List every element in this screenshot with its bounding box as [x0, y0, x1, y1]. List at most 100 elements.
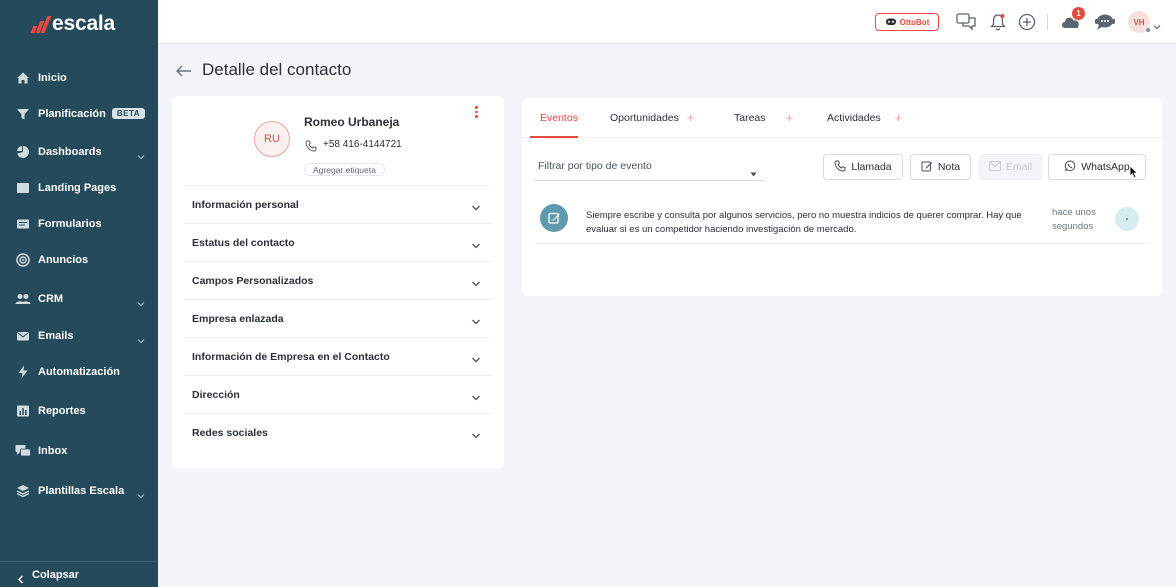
more-options-icon[interactable] — [475, 106, 478, 118]
support-chat-icon[interactable] — [1094, 11, 1116, 33]
section-empresa-enlazada[interactable]: Empresa enlazada — [184, 299, 492, 337]
chevron-left-icon — [17, 571, 25, 587]
chevron-down-icon — [137, 295, 145, 307]
sidebar-item-inicio[interactable]: Inicio — [0, 63, 158, 93]
event-type-filter[interactable]: Filtrar por tipo de evento — [534, 154, 764, 181]
activity-card: Eventos Oportunidades + Tareas + Activid… — [522, 98, 1162, 296]
phone-icon — [834, 160, 846, 175]
sidebar-item-label-wrap: Planificación BETA — [38, 108, 146, 120]
whatsapp-icon — [1064, 160, 1076, 175]
add-tarea-icon[interactable]: + — [786, 111, 794, 124]
section-informacion-personal[interactable]: Información personal — [184, 185, 492, 223]
collapse-sidebar-button[interactable]: Colapsar — [0, 561, 158, 587]
topbar: OttoBot 1 VH — [158, 0, 1176, 44]
sidebar-item-landing-pages[interactable]: Landing Pages — [0, 173, 158, 203]
tab-label: Oportunidades — [610, 112, 679, 124]
chevron-down-icon — [471, 427, 481, 445]
sidebar-item-label: Anuncios — [38, 254, 89, 266]
logo-mark-icon — [30, 15, 52, 33]
email-button[interactable]: Email — [979, 154, 1042, 180]
section-label: Dirección — [192, 388, 240, 401]
back-arrow-icon[interactable] — [175, 62, 193, 85]
add-tag-button[interactable]: Agregar etiqueta — [304, 163, 385, 176]
section-label: Redes sociales — [192, 426, 268, 439]
chevron-down-icon — [137, 148, 145, 160]
sidebar-item-label: Inbox — [38, 445, 68, 457]
filter-placeholder: Filtrar por tipo de evento — [538, 160, 652, 172]
section-estatus-contacto[interactable]: Estatus del contacto — [184, 223, 492, 261]
section-informacion-empresa[interactable]: Información de Empresa en el Contacto — [184, 337, 492, 375]
sidebar-item-label: Automatización — [38, 366, 120, 378]
chat-icon — [15, 443, 31, 459]
pie-chart-icon — [15, 144, 31, 160]
sidebar-item-anuncios[interactable]: Anuncios — [0, 245, 158, 275]
section-label: Empresa enlazada — [192, 312, 284, 325]
page-title: Detalle del contacto — [202, 60, 352, 79]
home-icon — [15, 70, 31, 86]
sidebar-item-label: Landing Pages — [38, 182, 117, 194]
sidebar-item-inbox[interactable]: Inbox — [0, 436, 158, 466]
chevron-down-icon — [471, 199, 481, 217]
sidebar-item-crm[interactable]: CRM — [0, 284, 158, 314]
sidebar-item-reportes[interactable]: Reportes — [0, 396, 158, 426]
tab-actividades[interactable]: Actividades + — [827, 111, 903, 124]
chevron-down-icon — [471, 313, 481, 331]
tab-tareas[interactable]: Tareas + — [734, 111, 794, 124]
bell-icon[interactable] — [987, 11, 1009, 33]
sidebar-item-plantillas-escala[interactable]: Plantillas Escala — [0, 476, 158, 506]
tab-label: Actividades — [827, 112, 881, 124]
collapse-label: Colapsar — [32, 568, 80, 581]
sidebar-item-planificacion[interactable]: Planificación BETA — [0, 99, 158, 129]
landing-page-icon — [15, 180, 31, 196]
tab-eventos[interactable]: Eventos — [540, 112, 578, 124]
add-oportunidad-icon[interactable]: + — [687, 111, 695, 124]
beta-badge: BETA — [111, 108, 146, 119]
tab-label: Tareas — [734, 112, 766, 124]
call-button[interactable]: Llamada — [823, 154, 903, 180]
event-item[interactable]: Siempre escribe y consulta por algunos s… — [534, 198, 1150, 244]
escala-logo[interactable]: escala — [30, 12, 116, 36]
sidebar-item-automatizacion[interactable]: Automatización — [0, 357, 158, 387]
section-campos-personalizados[interactable]: Campos Personalizados — [184, 261, 492, 299]
contact-phone[interactable]: +58 416-4144721 — [323, 139, 402, 150]
layers-icon — [15, 483, 31, 499]
avatar-initials: VH — [1133, 17, 1145, 27]
chevron-down-icon[interactable] — [1153, 18, 1161, 36]
ottobot-button[interactable]: OttoBot — [875, 13, 939, 31]
note-label: Nota — [937, 161, 961, 173]
chevron-down-icon — [471, 389, 481, 407]
tab-oportunidades[interactable]: Oportunidades + — [610, 111, 695, 124]
section-redes-sociales[interactable]: Redes sociales — [184, 413, 492, 451]
add-circle-icon[interactable] — [1016, 11, 1038, 33]
contact-name: Romeo Urbaneja — [304, 115, 400, 129]
sidebar-item-dashboards[interactable]: Dashboards — [0, 137, 158, 167]
section-label: Información de Empresa en el Contacto — [192, 350, 390, 363]
chevron-down-icon — [471, 351, 481, 369]
status-dot — [1145, 27, 1151, 33]
chevron-down-icon — [137, 332, 145, 344]
tab-label: Eventos — [540, 112, 578, 124]
sidebar-item-formularios[interactable]: Formularios — [0, 209, 158, 239]
logo-text: escala — [52, 12, 116, 35]
chevron-down-icon — [471, 237, 481, 255]
contact-card: RU Romeo Urbaneja +58 416-4144721 Agrega… — [172, 96, 504, 468]
section-label: Campos Personalizados — [192, 274, 314, 287]
chat-bubbles-icon[interactable] — [955, 11, 977, 33]
section-direccion[interactable]: Dirección — [184, 375, 492, 413]
target-icon — [15, 252, 31, 268]
contact-avatar: RU — [254, 121, 290, 157]
bolt-icon — [15, 364, 31, 380]
robot-icon — [885, 13, 897, 31]
sidebar-item-label: Plantillas Escala — [38, 485, 125, 497]
note-edit-icon — [540, 204, 568, 232]
note-button[interactable]: Nota — [910, 154, 971, 180]
add-actividad-icon[interactable]: + — [895, 111, 903, 124]
event-status-indicator — [1115, 207, 1139, 231]
user-avatar[interactable]: VH — [1128, 11, 1151, 33]
contact-initials: RU — [264, 133, 280, 145]
sidebar-item-label: Formularios — [38, 218, 102, 230]
bar-chart-icon — [15, 403, 31, 419]
sidebar-item-emails[interactable]: Emails — [0, 321, 158, 351]
cloud-icon[interactable]: 1 — [1060, 7, 1085, 33]
event-time: hace unos segundos — [1052, 207, 1096, 232]
